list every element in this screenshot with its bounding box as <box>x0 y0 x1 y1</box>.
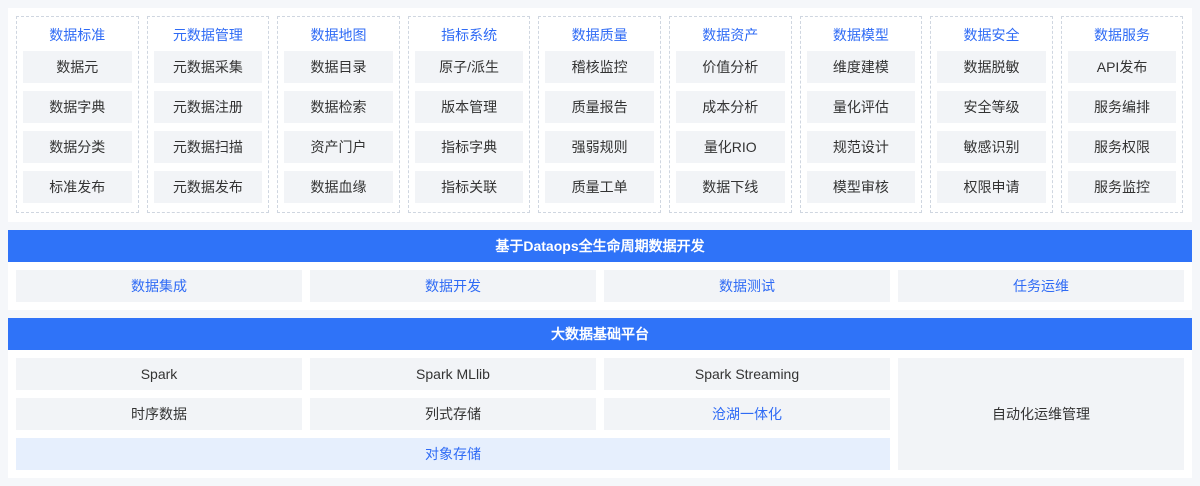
module-item[interactable]: 强弱规则 <box>545 131 654 163</box>
module-item[interactable]: 规范设计 <box>806 131 916 163</box>
platform-cell-columnar-storage[interactable]: 列式存储 <box>310 398 596 430</box>
dataops-panel: 数据集成 数据开发 数据测试 任务运维 <box>8 262 1192 310</box>
module-item[interactable]: 元数据扫描 <box>153 131 263 163</box>
column-metadata-management: 元数据管理 元数据采集 元数据注册 元数据扫描 元数据发布 <box>146 16 270 213</box>
platform-cell-timeseries[interactable]: 时序数据 <box>16 398 302 430</box>
column-title[interactable]: 指标系统 <box>415 23 524 47</box>
column-metric-system: 指标系统 原子/派生 版本管理 指标字典 指标关联 <box>407 16 531 213</box>
module-item[interactable]: 版本管理 <box>414 91 524 123</box>
module-item[interactable]: 质量报告 <box>545 91 654 123</box>
module-item[interactable]: 资产门户 <box>284 131 393 163</box>
module-item[interactable]: 原子/派生 <box>414 51 524 83</box>
column-title[interactable]: 元数据管理 <box>154 23 263 47</box>
platform-panel: Spark Spark MLlib Spark Streaming 时序数据 列… <box>8 350 1192 478</box>
dataops-items: 数据集成 数据开发 数据测试 任务运维 <box>16 270 1184 302</box>
module-item[interactable]: API发布 <box>1067 51 1177 83</box>
module-item[interactable]: 数据脱敏 <box>937 51 1046 83</box>
column-data-map: 数据地图 数据目录 数据检索 资产门户 数据血缘 <box>277 16 400 213</box>
column-title[interactable]: 数据安全 <box>937 23 1046 47</box>
module-item[interactable]: 服务编排 <box>1067 91 1177 123</box>
governance-panel: 数据标准 数据元 数据字典 数据分类 标准发布 元数据管理 元数据采集 元数据注… <box>8 8 1192 222</box>
column-title[interactable]: 数据服务 <box>1068 23 1177 47</box>
platform-object-storage[interactable]: 对象存储 <box>16 438 890 470</box>
dataops-item-development[interactable]: 数据开发 <box>310 270 596 302</box>
module-item[interactable]: 元数据注册 <box>153 91 263 123</box>
module-item[interactable]: 指标关联 <box>414 171 524 203</box>
module-item[interactable]: 数据分类 <box>23 131 132 163</box>
platform-cell-spark-mllib[interactable]: Spark MLlib <box>310 358 596 390</box>
module-item[interactable]: 数据字典 <box>23 91 132 123</box>
module-item[interactable]: 数据血缘 <box>284 171 393 203</box>
column-data-standard: 数据标准 数据元 数据字典 数据分类 标准发布 <box>16 16 139 213</box>
column-title[interactable]: 数据标准 <box>23 23 132 47</box>
module-item[interactable]: 价值分析 <box>675 51 785 83</box>
governance-columns: 数据标准 数据元 数据字典 数据分类 标准发布 元数据管理 元数据采集 元数据注… <box>16 16 1184 213</box>
column-title[interactable]: 数据地图 <box>284 23 393 47</box>
module-item[interactable]: 敏感识别 <box>937 131 1046 163</box>
module-item[interactable]: 权限申请 <box>937 171 1046 203</box>
module-item[interactable]: 稽核监控 <box>545 51 654 83</box>
module-item[interactable]: 量化评估 <box>806 91 916 123</box>
module-item[interactable]: 成本分析 <box>675 91 785 123</box>
dataops-item-operations[interactable]: 任务运维 <box>898 270 1184 302</box>
module-item[interactable]: 数据元 <box>23 51 132 83</box>
module-item[interactable]: 数据目录 <box>284 51 393 83</box>
module-item[interactable]: 量化RIO <box>675 131 785 163</box>
dataops-item-integration[interactable]: 数据集成 <box>16 270 302 302</box>
column-data-model: 数据模型 维度建模 量化评估 规范设计 模型审核 <box>799 16 923 213</box>
platform-cell-spark[interactable]: Spark <box>16 358 302 390</box>
dataops-band-title: 基于Dataops全生命周期数据开发 <box>8 230 1192 262</box>
column-data-service: 数据服务 API发布 服务编排 服务权限 服务监控 <box>1060 16 1184 213</box>
module-item[interactable]: 标准发布 <box>23 171 132 203</box>
column-title[interactable]: 数据资产 <box>676 23 785 47</box>
platform-band-title: 大数据基础平台 <box>8 318 1192 350</box>
module-item[interactable]: 模型审核 <box>806 171 916 203</box>
column-data-assets: 数据资产 价值分析 成本分析 量化RIO 数据下线 <box>668 16 792 213</box>
column-data-security: 数据安全 数据脱敏 安全等级 敏感识别 权限申请 <box>930 16 1053 213</box>
column-title[interactable]: 数据质量 <box>545 23 654 47</box>
module-item[interactable]: 维度建模 <box>806 51 916 83</box>
module-item[interactable]: 数据下线 <box>675 171 785 203</box>
platform-cell-lakehouse[interactable]: 沧湖一体化 <box>604 398 890 430</box>
module-item[interactable]: 安全等级 <box>937 91 1046 123</box>
platform-automated-ops-label: 自动化运维管理 <box>992 406 1090 422</box>
module-item[interactable]: 数据检索 <box>284 91 393 123</box>
module-item[interactable]: 元数据采集 <box>153 51 263 83</box>
module-item[interactable]: 指标字典 <box>414 131 524 163</box>
module-item[interactable]: 元数据发布 <box>153 171 263 203</box>
platform-automated-ops[interactable]: 自动化运维管理 <box>898 358 1184 470</box>
module-item[interactable]: 服务权限 <box>1067 131 1177 163</box>
column-title[interactable]: 数据模型 <box>807 23 916 47</box>
column-data-quality: 数据质量 稽核监控 质量报告 强弱规则 质量工单 <box>538 16 661 213</box>
module-item[interactable]: 服务监控 <box>1067 171 1177 203</box>
platform-cell-spark-streaming[interactable]: Spark Streaming <box>604 358 890 390</box>
module-item[interactable]: 质量工单 <box>545 171 654 203</box>
dataops-item-testing[interactable]: 数据测试 <box>604 270 890 302</box>
